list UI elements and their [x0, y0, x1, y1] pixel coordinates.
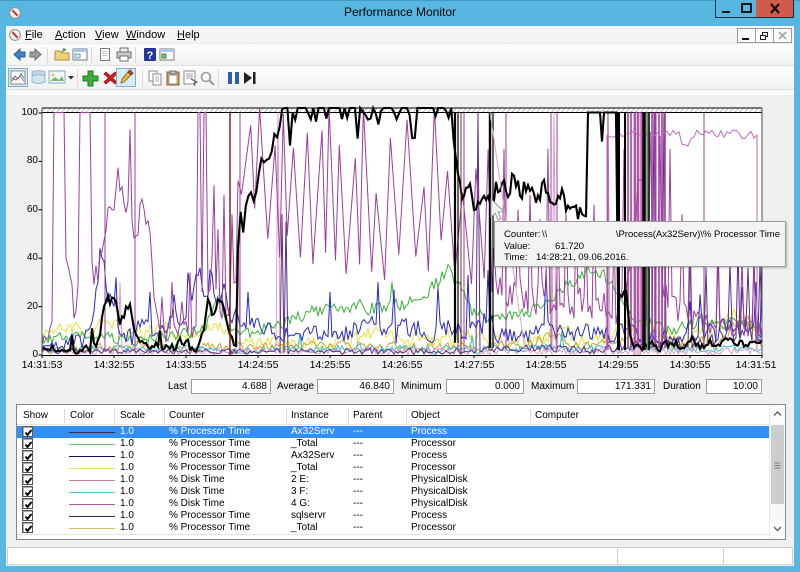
- svg-text:?: ?: [147, 50, 154, 62]
